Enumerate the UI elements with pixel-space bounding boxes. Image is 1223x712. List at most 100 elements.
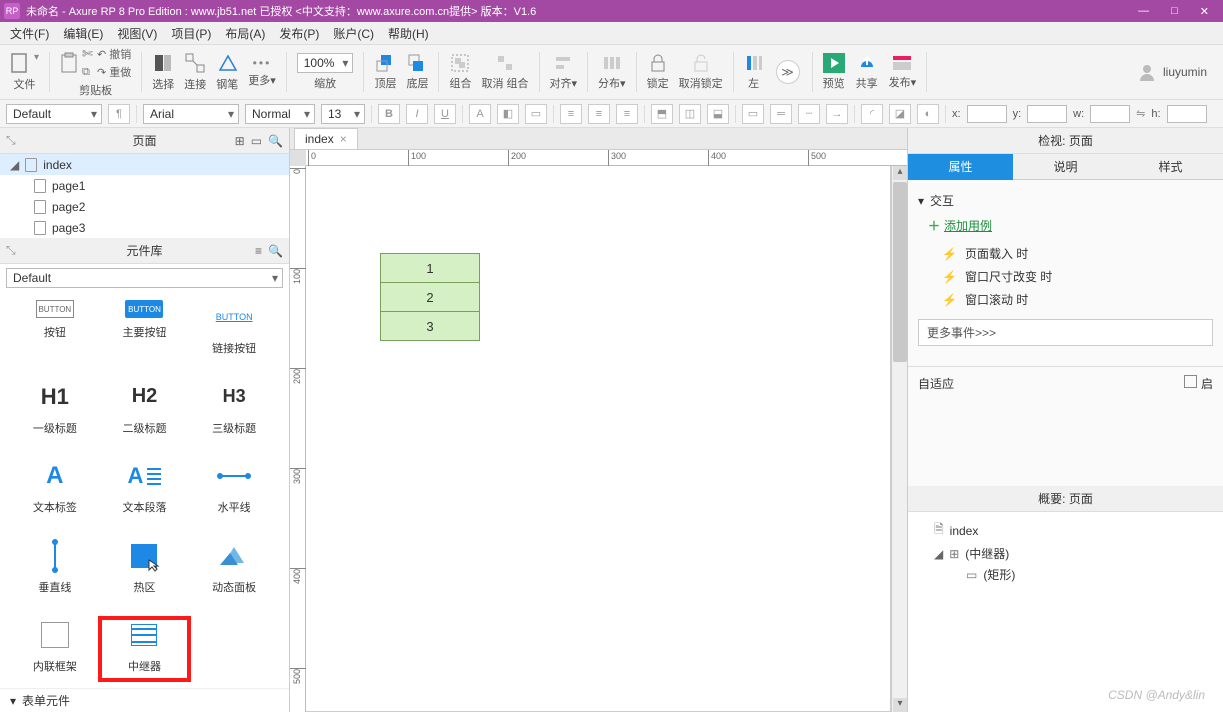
- open-file-icon[interactable]: ▾: [34, 52, 39, 74]
- shadow-button[interactable]: ◪: [889, 104, 911, 124]
- maximize-button[interactable]: □: [1171, 5, 1178, 18]
- cut-icon[interactable]: ✄: [82, 46, 93, 62]
- widget-h3[interactable]: H3三级标题: [189, 380, 279, 442]
- tab-properties[interactable]: 属性: [908, 154, 1013, 180]
- add-page-icon[interactable]: ⊞: [235, 134, 245, 148]
- menu-layout[interactable]: 布局(A): [219, 23, 271, 44]
- scroll-up-icon[interactable]: ▴: [893, 166, 907, 180]
- outline-row[interactable]: 🗎index: [918, 518, 1213, 543]
- preview-icon[interactable]: [823, 53, 845, 73]
- fill-color-button[interactable]: ◧: [497, 104, 519, 124]
- widget-para[interactable]: A文本段落: [100, 459, 190, 521]
- page-row[interactable]: page1: [0, 175, 289, 196]
- publish-icon[interactable]: [891, 54, 913, 72]
- widget-dyn[interactable]: 动态面板: [189, 539, 279, 601]
- border-width-button[interactable]: ═: [770, 104, 792, 124]
- repeater-row[interactable]: 3: [380, 311, 480, 341]
- repeater-widget[interactable]: 123: [380, 254, 480, 341]
- scroll-down-icon[interactable]: ▾: [893, 698, 907, 712]
- event-item[interactable]: ⚡窗口尺寸改变 时: [918, 265, 1213, 288]
- bring-front-icon[interactable]: [375, 53, 395, 73]
- event-item[interactable]: ⚡窗口滚动 时: [918, 288, 1213, 311]
- widget-vline[interactable]: 垂直线: [10, 539, 100, 601]
- outline-row[interactable]: ▭(矩形): [918, 564, 1213, 585]
- w-input[interactable]: [1090, 105, 1130, 123]
- group-icon[interactable]: [450, 53, 470, 73]
- widget-hot[interactable]: 热区: [100, 539, 190, 601]
- search-library-icon[interactable]: 🔍: [268, 244, 283, 258]
- connect-tool-icon[interactable]: [184, 52, 206, 74]
- underline-button[interactable]: U: [434, 104, 456, 124]
- page-row[interactable]: ◢index: [0, 154, 289, 175]
- paste-icon[interactable]: [60, 52, 78, 74]
- valign-bottom-button[interactable]: ⬓: [707, 104, 729, 124]
- align-left-text-button[interactable]: ≡: [560, 104, 582, 124]
- tab-notes[interactable]: 说明: [1013, 154, 1118, 180]
- redo-button[interactable]: ↷ 重做: [97, 64, 131, 80]
- widget-btn-box[interactable]: BUTTON按钮: [10, 300, 100, 362]
- border-color-button[interactable]: ▭: [525, 104, 547, 124]
- send-back-icon[interactable]: [407, 53, 427, 73]
- widget-btn-primary[interactable]: BUTTON主要按钮: [100, 300, 190, 362]
- menu-help[interactable]: 帮助(H): [382, 23, 435, 44]
- valign-middle-button[interactable]: ◫: [679, 104, 701, 124]
- undo-button[interactable]: ↶ 撤销: [97, 46, 131, 62]
- arrow-style-button[interactable]: →: [826, 104, 848, 124]
- align-icon[interactable]: [553, 53, 573, 73]
- more-events-button[interactable]: 更多事件>>>: [918, 319, 1213, 346]
- italic-button[interactable]: I: [406, 104, 428, 124]
- user-avatar-icon[interactable]: [1137, 62, 1157, 82]
- widget-repeater[interactable]: 中继器: [100, 618, 190, 680]
- scroll-thumb[interactable]: [893, 182, 907, 362]
- line-style-button[interactable]: ┄: [798, 104, 820, 124]
- font-weight-select[interactable]: Normal: [245, 104, 315, 124]
- align-label[interactable]: 对齐▾: [550, 75, 578, 91]
- distribute-icon[interactable]: [602, 53, 622, 73]
- add-case-link[interactable]: ＋添加用例: [918, 213, 1213, 242]
- widget-h2[interactable]: H2二级标题: [100, 380, 190, 442]
- publish-label[interactable]: 发布▾: [889, 74, 917, 90]
- tab-style[interactable]: 样式: [1118, 154, 1223, 180]
- more-label[interactable]: 更多▾: [248, 72, 276, 88]
- text-color-button[interactable]: A: [469, 104, 491, 124]
- form-widgets-section[interactable]: ▾表单元件: [0, 688, 289, 712]
- repeater-row[interactable]: 1: [380, 253, 480, 283]
- search-pages-icon[interactable]: 🔍: [268, 134, 283, 148]
- close-button[interactable]: ✕: [1200, 5, 1209, 18]
- page-row[interactable]: page3: [0, 217, 289, 238]
- font-size-select[interactable]: 13: [321, 104, 365, 124]
- user-name[interactable]: liuyumin: [1163, 65, 1207, 79]
- zoom-select[interactable]: 100%: [297, 53, 354, 73]
- share-icon[interactable]: [855, 53, 879, 73]
- canvas-scrollbar-v[interactable]: ▴ ▾: [891, 166, 907, 712]
- pin-icon[interactable]: ⤡: [6, 133, 16, 148]
- widget-hline[interactable]: 水平线: [189, 459, 279, 521]
- valign-top-button[interactable]: ⬒: [651, 104, 673, 124]
- page-row[interactable]: page2: [0, 196, 289, 217]
- bold-button[interactable]: B: [378, 104, 400, 124]
- more-shapes-icon[interactable]: •••: [253, 56, 272, 70]
- new-file-icon[interactable]: [10, 52, 30, 74]
- menu-view[interactable]: 视图(V): [111, 23, 163, 44]
- style-apply-icon[interactable]: ¶: [108, 104, 130, 124]
- border-style-button[interactable]: ▭: [742, 104, 764, 124]
- outline-row[interactable]: ◢⊞(中继器): [918, 543, 1213, 564]
- opacity-button[interactable]: ◐: [917, 104, 939, 124]
- library-menu-icon[interactable]: ≡: [255, 244, 262, 258]
- interactions-section[interactable]: ▾交互: [918, 188, 1213, 213]
- align-center-text-button[interactable]: ≡: [588, 104, 610, 124]
- select-tool-icon[interactable]: [152, 52, 174, 74]
- x-input[interactable]: [967, 105, 1007, 123]
- repeater-row[interactable]: 2: [380, 282, 480, 312]
- menu-publish[interactable]: 发布(P): [273, 23, 325, 44]
- font-family-select[interactable]: Arial: [143, 104, 239, 124]
- link-wh-icon[interactable]: ⇋: [1136, 107, 1145, 120]
- menu-edit[interactable]: 编辑(E): [57, 23, 109, 44]
- adaptive-checkbox[interactable]: 启: [1184, 375, 1213, 392]
- unlock-icon[interactable]: [692, 53, 710, 73]
- distribute-label[interactable]: 分布▾: [598, 75, 626, 91]
- ungroup-icon[interactable]: [495, 53, 515, 73]
- menu-file[interactable]: 文件(F): [4, 23, 55, 44]
- lock-icon[interactable]: [649, 53, 667, 73]
- corner-radius-button[interactable]: ◜: [861, 104, 883, 124]
